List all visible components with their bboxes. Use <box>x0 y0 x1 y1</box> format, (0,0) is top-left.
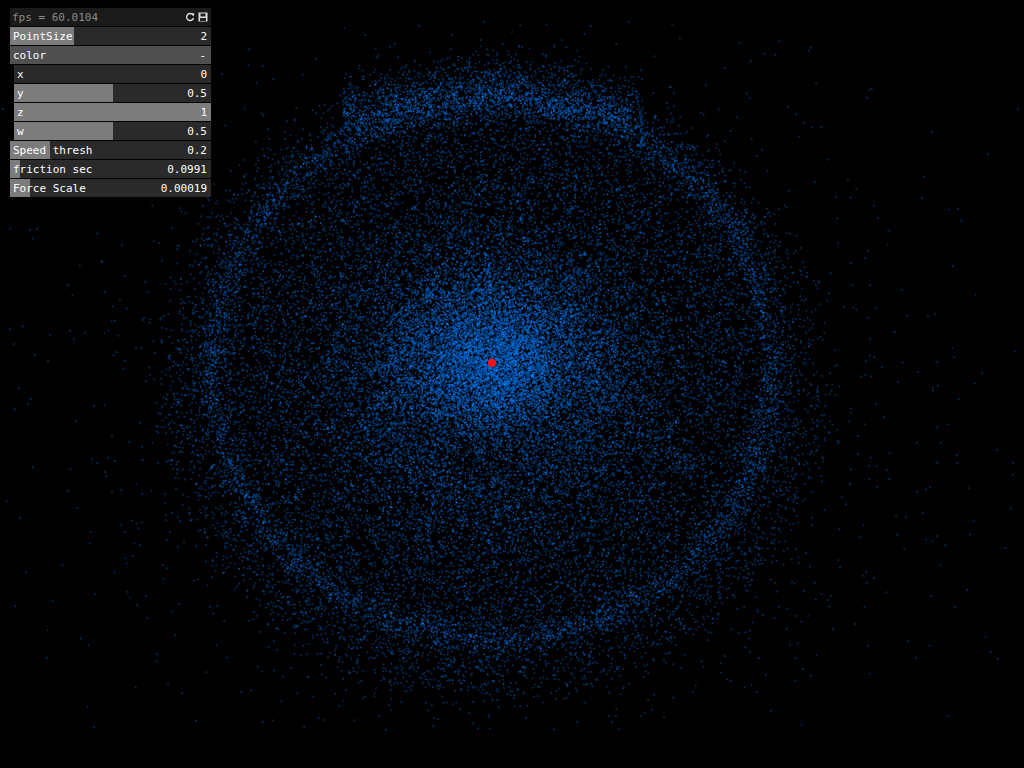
slider-text: w 0.5 <box>14 122 211 140</box>
slider-label: Speed thresh <box>13 144 92 157</box>
slider-fill <box>14 122 113 140</box>
slider-value: 1 <box>200 106 207 119</box>
slider-row[interactable]: x0 <box>14 65 211 83</box>
slider-row[interactable]: w 0.5 <box>14 122 211 140</box>
slider-value: 0 <box>200 68 207 81</box>
slider-label: PointSize <box>13 30 73 43</box>
slider-text: y 0.5 <box>14 84 211 102</box>
fps-label: fps = 60.0104 <box>12 11 98 24</box>
slider-value: 0.0991 <box>167 163 207 176</box>
slider-text: Speed thresh 0.2 <box>10 141 211 159</box>
slider-text: friction sec 0.0991 <box>10 160 211 178</box>
slider-label: x <box>17 68 24 81</box>
slider-row[interactable]: y 0.5 <box>14 84 211 102</box>
slider-label: w <box>17 125 24 138</box>
slider-row[interactable]: Force Scale 0.00019 <box>10 179 211 197</box>
slider-row[interactable]: Speed thresh 0.2 <box>10 141 211 159</box>
slider-value: 0.00019 <box>161 182 207 195</box>
slider-label: y <box>17 87 24 100</box>
slider-label: friction sec <box>13 163 92 176</box>
slider-label: z <box>17 106 24 119</box>
slider-text: x0 <box>14 65 211 83</box>
slider-value: 0.5 <box>187 87 207 100</box>
slider-fill <box>14 84 113 102</box>
gui-panel: fps = 60.0104PointSize2color-x0y0.5z1w0.… <box>10 8 211 197</box>
slider-row[interactable]: friction sec 0.0991 <box>10 160 211 178</box>
slider-text: PointSize 2 <box>10 27 211 45</box>
slider-value: 2 <box>200 30 207 43</box>
reload-icon[interactable] <box>185 12 195 22</box>
slider-text: z1 <box>14 103 211 121</box>
slider-row[interactable]: PointSize 2 <box>10 27 211 45</box>
group-label: color <box>13 49 46 62</box>
group-header[interactable]: color - <box>10 46 211 64</box>
slider-value: 0.2 <box>187 144 207 157</box>
slider-fill <box>14 103 211 121</box>
slider-label: Force Scale <box>13 182 86 195</box>
save-icon[interactable] <box>198 12 208 22</box>
group-toggle[interactable]: - <box>199 49 206 62</box>
control-group: color-x0y0.5z1w0.5 <box>10 46 211 140</box>
slider-value: 0.5 <box>187 125 207 138</box>
panel-header[interactable]: fps = 60.0104 <box>10 8 211 26</box>
header-icons <box>185 12 208 22</box>
slider-row[interactable]: z1 <box>14 103 211 121</box>
slider-text: Force Scale 0.00019 <box>10 179 211 197</box>
